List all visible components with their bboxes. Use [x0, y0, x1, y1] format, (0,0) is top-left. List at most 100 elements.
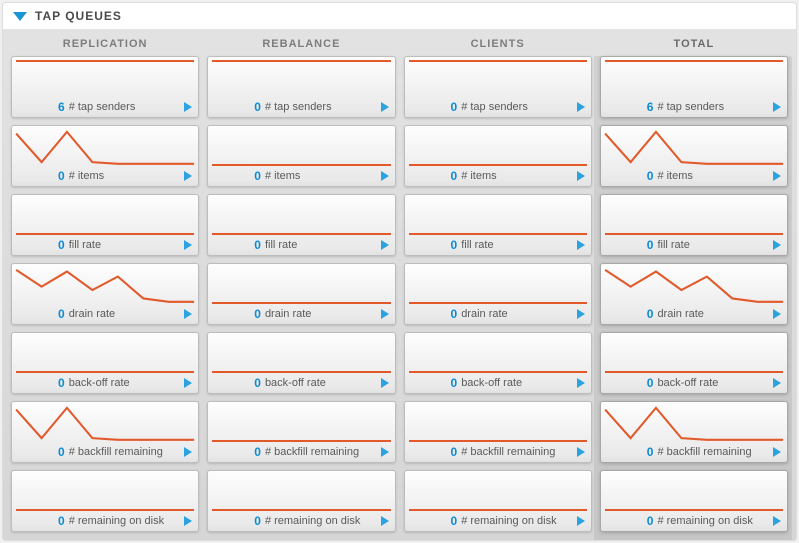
play-icon[interactable] — [381, 447, 389, 457]
sparkline — [601, 402, 787, 444]
play-icon[interactable] — [773, 447, 781, 457]
metric-cell-replication-backfill_remaining[interactable]: 0# backfill remaining — [11, 401, 199, 463]
metric-cell-rebalance-remaining_on_disk[interactable]: 0# remaining on disk — [207, 470, 395, 532]
metric-cell-clients-fill_rate[interactable]: 0fill rate — [404, 194, 592, 256]
play-icon[interactable] — [577, 516, 585, 526]
column-header-replication[interactable]: REPLICATION — [11, 36, 199, 52]
play-icon[interactable] — [773, 171, 781, 181]
metric-cell-total-drain_rate[interactable]: 0drain rate — [600, 263, 788, 325]
play-icon[interactable] — [381, 309, 389, 319]
collapse-toggle-icon[interactable] — [13, 12, 27, 21]
play-icon[interactable] — [381, 102, 389, 112]
metric-cell-clients-items[interactable]: 0# items — [404, 125, 592, 187]
metric-cell-rebalance-fill_rate[interactable]: 0fill rate — [207, 194, 395, 256]
cell-footer: 0fill rate — [405, 235, 591, 255]
metric-value: 0 — [451, 445, 458, 459]
metric-cell-replication-items[interactable]: 0# items — [11, 125, 199, 187]
metric-cell-replication-fill_rate[interactable]: 0fill rate — [11, 194, 199, 256]
cell-footer: 0drain rate — [601, 304, 787, 324]
cell-footer: 0drain rate — [405, 304, 591, 324]
cell-footer: 0# remaining on disk — [601, 511, 787, 531]
sparkline — [405, 57, 591, 99]
metric-cell-replication-drain_rate[interactable]: 0 drain rate — [11, 263, 199, 325]
metric-label: # backfill remaining — [69, 446, 185, 458]
column-header-rebalance[interactable]: REBALANCE — [207, 36, 395, 52]
metric-value: 0 — [58, 307, 65, 321]
play-icon[interactable] — [184, 447, 192, 457]
metric-label: fill rate — [461, 239, 577, 251]
play-icon[interactable] — [184, 309, 192, 319]
panel-header[interactable]: TAP QUEUES — [3, 3, 796, 30]
sparkline — [405, 264, 591, 306]
sparkline — [12, 333, 198, 375]
sparkline — [208, 402, 394, 444]
play-icon[interactable] — [577, 447, 585, 457]
metric-label: # tap senders — [461, 101, 577, 113]
metric-label: drain rate — [69, 308, 185, 320]
metric-value: 0 — [647, 376, 654, 390]
play-icon[interactable] — [773, 309, 781, 319]
metric-cell-total-remaining_on_disk[interactable]: 0# remaining on disk — [600, 470, 788, 532]
sparkline — [208, 126, 394, 168]
cell-footer: 0# tap senders — [405, 97, 591, 117]
play-icon[interactable] — [773, 102, 781, 112]
metric-cell-rebalance-drain_rate[interactable]: 0 drain rate — [207, 263, 395, 325]
metric-cell-clients-drain_rate[interactable]: 0drain rate — [404, 263, 592, 325]
metric-value: 0 — [647, 445, 654, 459]
metric-cell-total-fill_rate[interactable]: 0fill rate — [600, 194, 788, 256]
metric-value: 0 — [58, 376, 65, 390]
metric-value: 0 — [451, 376, 458, 390]
play-icon[interactable] — [184, 516, 192, 526]
sparkline — [208, 333, 394, 375]
metric-cell-rebalance-backfill_remaining[interactable]: 0# backfill remaining — [207, 401, 395, 463]
metric-value: 0 — [254, 514, 261, 528]
metric-label: # backfill remaining — [657, 446, 773, 458]
metric-value: 6 — [58, 100, 65, 114]
play-icon[interactable] — [381, 240, 389, 250]
metric-label: drain rate — [265, 308, 381, 320]
play-icon[interactable] — [773, 516, 781, 526]
play-icon[interactable] — [773, 378, 781, 388]
metric-label: # backfill remaining — [461, 446, 577, 458]
metrics-grid: 6# tap senders0# tap senders0# tap sende… — [7, 56, 792, 532]
play-icon[interactable] — [381, 516, 389, 526]
metric-cell-clients-remaining_on_disk[interactable]: 0# remaining on disk — [404, 470, 592, 532]
play-icon[interactable] — [577, 378, 585, 388]
metric-cell-rebalance-tap_senders[interactable]: 0# tap senders — [207, 56, 395, 118]
play-icon[interactable] — [577, 102, 585, 112]
play-icon[interactable] — [184, 171, 192, 181]
metric-cell-rebalance-back_off_rate[interactable]: 0back-off rate — [207, 332, 395, 394]
play-icon[interactable] — [773, 240, 781, 250]
metric-cell-replication-back_off_rate[interactable]: 0back-off rate — [11, 332, 199, 394]
metric-cell-total-items[interactable]: 0# items — [600, 125, 788, 187]
play-icon[interactable] — [184, 240, 192, 250]
column-header-clients[interactable]: CLIENTS — [404, 36, 592, 52]
play-icon[interactable] — [184, 378, 192, 388]
sparkline — [405, 471, 591, 513]
cell-footer: 0# items — [405, 166, 591, 186]
metric-cell-rebalance-items[interactable]: 0# items — [207, 125, 395, 187]
metric-label: # tap senders — [657, 101, 773, 113]
play-icon[interactable] — [577, 240, 585, 250]
panel-body: REPLICATIONREBALANCECLIENTSTOTAL 6# tap … — [3, 30, 796, 540]
sparkline — [601, 264, 787, 306]
metric-cell-total-backfill_remaining[interactable]: 0# backfill remaining — [600, 401, 788, 463]
metric-cell-clients-backfill_remaining[interactable]: 0# backfill remaining — [404, 401, 592, 463]
cell-footer: 0fill rate — [208, 235, 394, 255]
metric-label: # tap senders — [265, 101, 381, 113]
metric-cell-clients-back_off_rate[interactable]: 0back-off rate — [404, 332, 592, 394]
cell-footer: 0back-off rate — [208, 373, 394, 393]
play-icon[interactable] — [577, 309, 585, 319]
metric-value: 0 — [254, 307, 261, 321]
metric-value: 0 — [58, 169, 65, 183]
metric-cell-replication-tap_senders[interactable]: 6# tap senders — [11, 56, 199, 118]
play-icon[interactable] — [184, 102, 192, 112]
metric-cell-total-tap_senders[interactable]: 6# tap senders — [600, 56, 788, 118]
metric-cell-total-back_off_rate[interactable]: 0back-off rate — [600, 332, 788, 394]
play-icon[interactable] — [577, 171, 585, 181]
metric-cell-clients-tap_senders[interactable]: 0# tap senders — [404, 56, 592, 118]
metric-cell-replication-remaining_on_disk[interactable]: 0# remaining on disk — [11, 470, 199, 532]
play-icon[interactable] — [381, 171, 389, 181]
play-icon[interactable] — [381, 378, 389, 388]
column-header-total[interactable]: TOTAL — [600, 36, 788, 52]
